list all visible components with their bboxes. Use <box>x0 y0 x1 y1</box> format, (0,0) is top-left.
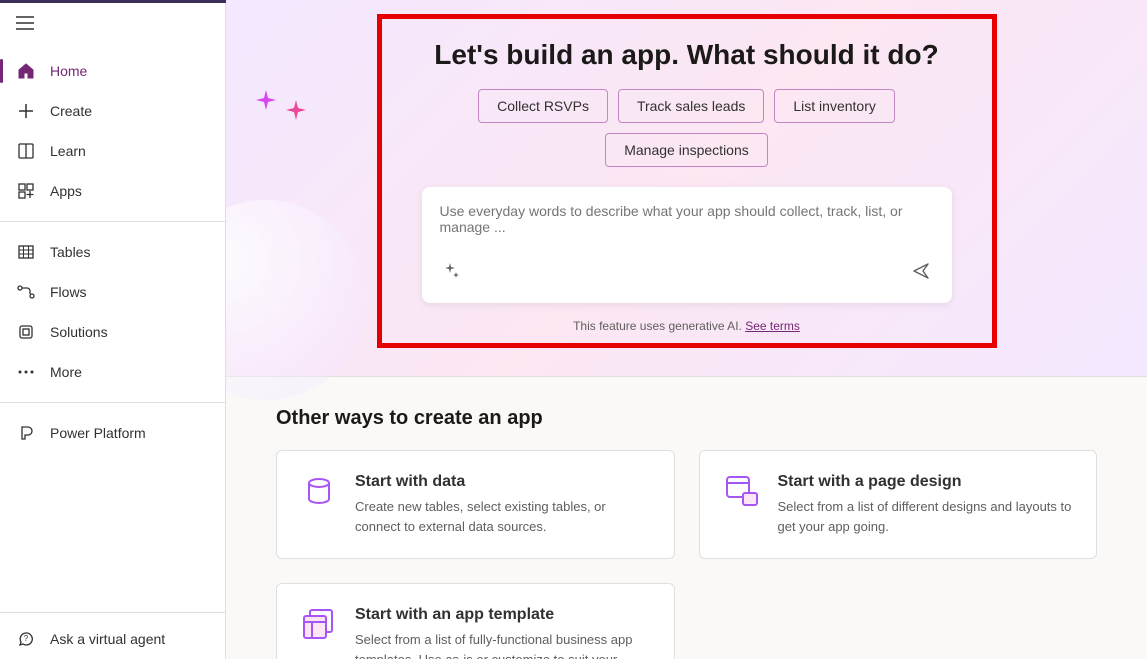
send-button[interactable] <box>908 258 934 287</box>
prompt-box <box>422 187 952 303</box>
sidebar-item-tables[interactable]: Tables <box>0 232 225 272</box>
page-design-icon <box>724 473 760 509</box>
sidebar-item-label: Learn <box>50 143 86 159</box>
sidebar-item-solutions[interactable]: Solutions <box>0 312 225 352</box>
sparkle-icon <box>444 267 460 282</box>
sidebar-item-home[interactable]: Home <box>0 51 225 91</box>
card-desc: Select from a list of fully-functional b… <box>355 630 650 659</box>
sidebar-item-apps[interactable]: Apps <box>0 171 225 211</box>
other-ways-heading: Other ways to create an app <box>276 407 1097 430</box>
send-icon <box>912 268 930 283</box>
sidebar-item-flows[interactable]: Flows <box>0 272 225 312</box>
see-terms-link[interactable]: See terms <box>745 319 800 333</box>
book-icon <box>16 141 36 161</box>
sidebar-item-ask-agent[interactable]: ? Ask a virtual agent <box>0 619 225 659</box>
prompt-input[interactable] <box>440 203 934 247</box>
flow-icon <box>16 282 36 302</box>
card-desc: Select from a list of different designs … <box>778 497 1073 536</box>
sidebar-item-label: Apps <box>50 183 82 199</box>
card-start-with-page-design[interactable]: Start with a page design Select from a l… <box>699 450 1098 559</box>
pill-manage-inspections[interactable]: Manage inspections <box>605 133 768 167</box>
plus-icon <box>16 101 36 121</box>
sidebar-item-learn[interactable]: Learn <box>0 131 225 171</box>
sparkle-button[interactable] <box>440 259 464 286</box>
hero-title: Let's build an app. What should it do? <box>422 39 952 71</box>
sidebar-item-power-platform[interactable]: Power Platform <box>0 413 225 453</box>
card-start-with-template[interactable]: Start with an app template Select from a… <box>276 583 675 659</box>
card-title: Start with data <box>355 473 650 491</box>
card-start-with-data[interactable]: Start with data Create new tables, selec… <box>276 450 675 559</box>
sidebar-item-label: Create <box>50 103 92 119</box>
pill-track-sales[interactable]: Track sales leads <box>618 89 764 123</box>
sidebar-item-label: More <box>50 364 82 380</box>
hamburger-menu[interactable] <box>0 4 225 47</box>
solutions-icon <box>16 322 36 342</box>
table-icon <box>16 242 36 262</box>
sidebar-item-label: Ask a virtual agent <box>50 631 165 647</box>
sidebar-item-more[interactable]: More <box>0 352 225 392</box>
sidebar-item-label: Tables <box>50 244 90 260</box>
template-icon <box>301 606 337 642</box>
ai-notice: This feature uses generative AI. See ter… <box>422 319 952 333</box>
svg-text:?: ? <box>24 634 29 643</box>
copilot-highlight-box: Let's build an app. What should it do? C… <box>377 14 997 348</box>
home-icon <box>16 61 36 81</box>
sidebar-item-create[interactable]: Create <box>0 91 225 131</box>
more-icon <box>16 362 36 382</box>
data-icon <box>301 473 337 509</box>
sidebar-item-label: Flows <box>50 284 87 300</box>
card-title: Start with a page design <box>778 473 1073 491</box>
card-title: Start with an app template <box>355 606 650 624</box>
sidebar-item-label: Power Platform <box>50 425 146 441</box>
card-desc: Create new tables, select existing table… <box>355 497 650 536</box>
power-platform-icon <box>16 423 36 443</box>
chat-icon: ? <box>16 629 36 649</box>
sidebar-item-label: Solutions <box>50 324 108 340</box>
apps-icon <box>16 181 36 201</box>
pill-collect-rsvps[interactable]: Collect RSVPs <box>478 89 608 123</box>
pill-list-inventory[interactable]: List inventory <box>774 89 894 123</box>
sidebar-item-label: Home <box>50 63 87 79</box>
